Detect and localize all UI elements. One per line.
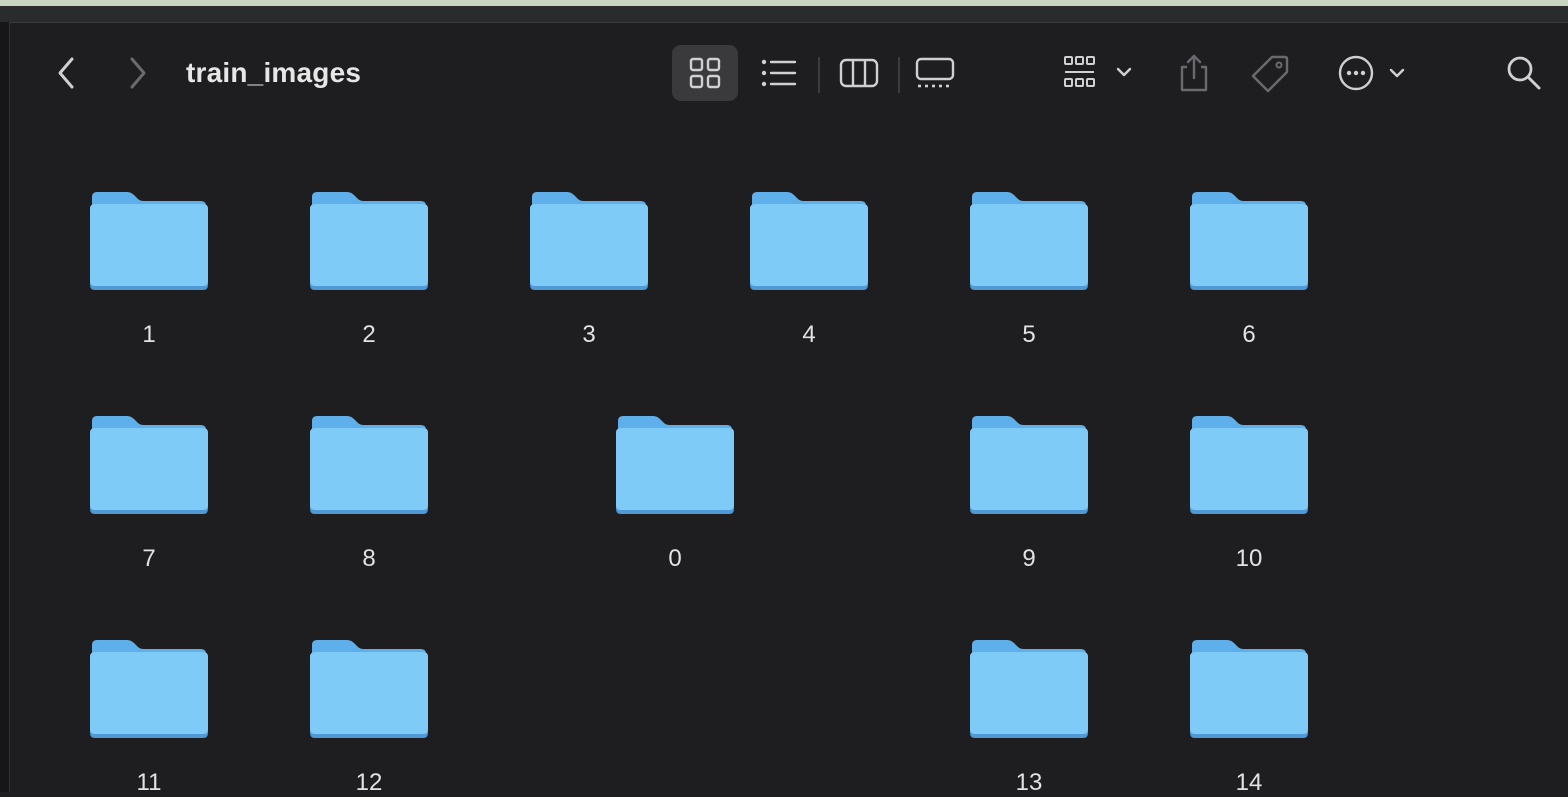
folder-item[interactable]: 12: [289, 597, 449, 796]
folder-item[interactable]: 4: [729, 149, 889, 348]
list-view-icon: [761, 59, 797, 87]
folder-item[interactable]: 3: [509, 149, 669, 348]
folder-icon: [616, 416, 734, 514]
more-icon: [1338, 55, 1405, 91]
gallery-view-button[interactable]: [912, 53, 958, 93]
folder-item[interactable]: 9: [949, 373, 1109, 572]
folder-label: 1: [142, 321, 156, 348]
folder-item[interactable]: 7: [69, 373, 229, 572]
more-actions-button[interactable]: [1336, 51, 1410, 95]
share-icon: [1180, 54, 1208, 92]
folder-item[interactable]: 6: [1169, 149, 1329, 348]
folder-item[interactable]: 10: [1169, 373, 1329, 572]
folder-label: 2: [362, 321, 376, 348]
folder-item[interactable]: 11: [69, 597, 229, 796]
share-button[interactable]: [1174, 49, 1214, 97]
folder-icon: [530, 192, 648, 290]
search-button[interactable]: [1504, 53, 1544, 93]
folder-label: 6: [1242, 321, 1256, 348]
folder-label: 0: [668, 545, 682, 572]
tag-button[interactable]: [1248, 51, 1292, 95]
folder-icon: [90, 192, 208, 290]
folder-icon: [970, 640, 1088, 738]
icon-view-icon: [689, 57, 721, 89]
folder-item[interactable]: 5: [949, 149, 1109, 348]
folder-icon: [1190, 640, 1308, 738]
toolbar: train_images: [10, 23, 1568, 123]
folder-icon: [310, 640, 428, 738]
folder-item[interactable]: 2: [289, 149, 449, 348]
gallery-view-icon: [915, 57, 955, 88]
folder-icon: [310, 416, 428, 514]
forward-button[interactable]: [122, 53, 154, 93]
folder-item[interactable]: 1: [69, 149, 229, 348]
icon-view-button[interactable]: [672, 45, 738, 101]
folder-label: 11: [136, 769, 162, 796]
folder-label: 8: [362, 545, 376, 572]
finder-window: train_images 1 2 3 4 5 6 7 8 0 9 10 11 1…: [10, 23, 1568, 796]
folder-icon: [90, 640, 208, 738]
window-title: train_images: [186, 57, 362, 88]
group-icon: [1064, 56, 1132, 87]
folder-icon: [1190, 192, 1308, 290]
search-icon: [1507, 56, 1541, 90]
forward-icon: [130, 57, 146, 89]
sidebar-edge: [0, 22, 10, 792]
back-icon: [58, 57, 74, 89]
folder-icon: [750, 192, 868, 290]
column-view-icon: [839, 58, 879, 88]
folder-icon: [970, 416, 1088, 514]
list-view-button[interactable]: [756, 53, 802, 93]
separator: [898, 57, 900, 93]
folder-icon: [1190, 416, 1308, 514]
folder-icon: [90, 416, 208, 514]
folder-icon: [310, 192, 428, 290]
folder-icon: [970, 192, 1088, 290]
folder-label: 7: [142, 545, 156, 572]
folder-label: 10: [1235, 545, 1263, 572]
folder-label: 14: [1235, 769, 1263, 796]
group-button[interactable]: [1060, 51, 1140, 95]
separator: [818, 57, 820, 93]
folder-item[interactable]: 13: [949, 597, 1109, 796]
folder-label: 5: [1022, 321, 1036, 348]
folder-label: 4: [802, 321, 816, 348]
folder-label: 13: [1015, 769, 1043, 796]
folder-label: 12: [355, 769, 383, 796]
folder-label: 9: [1022, 545, 1036, 572]
folder-item[interactable]: 14: [1169, 597, 1329, 796]
tag-icon: [1251, 55, 1289, 93]
folder-item[interactable]: 8: [289, 373, 449, 572]
back-button[interactable]: [50, 53, 82, 93]
folder-grid: 1 2 3 4 5 6 7 8 0 9 10 11 12 13 14: [10, 123, 1568, 796]
column-view-button[interactable]: [836, 53, 882, 93]
folder-label: 3: [582, 321, 596, 348]
window-top-edge: [0, 6, 1568, 23]
folder-item[interactable]: 0: [595, 373, 755, 572]
